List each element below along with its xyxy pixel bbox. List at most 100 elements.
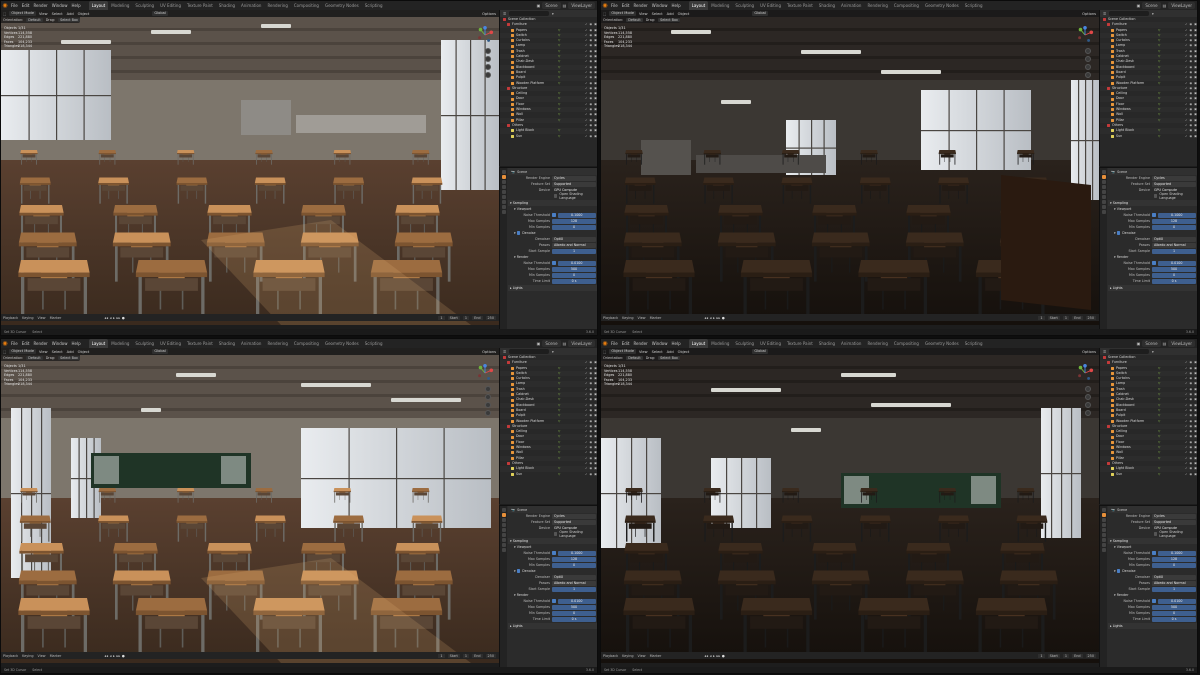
workspace-tab-layout[interactable]: Layout bbox=[88, 1, 109, 10]
perspective-toggle-icon[interactable] bbox=[1085, 410, 1091, 416]
render-camera-icon[interactable]: ▣ bbox=[594, 472, 597, 477]
perspective-toggle-icon[interactable] bbox=[1085, 72, 1091, 78]
workspace-tab-layout[interactable]: Layout bbox=[688, 1, 709, 10]
orientation-selector[interactable]: Default bbox=[626, 18, 643, 22]
workspace-tab-uv-editing[interactable]: UV Editing bbox=[157, 1, 184, 10]
render-camera-icon[interactable]: ▣ bbox=[594, 134, 597, 139]
workspace-tab-texture-paint[interactable]: Texture Paint bbox=[184, 1, 216, 10]
min-samples-viewport[interactable]: 0 bbox=[552, 224, 596, 230]
outliner-icon[interactable]: ☰ bbox=[503, 350, 506, 354]
navigation-gizmo-icon[interactable] bbox=[476, 364, 494, 382]
frame-start[interactable]: 1 bbox=[1062, 653, 1070, 658]
timeline-menu-marker[interactable]: Marker bbox=[50, 316, 62, 320]
orientation-selector[interactable]: Default bbox=[26, 356, 43, 360]
mode-selector[interactable]: Object Mode bbox=[9, 349, 37, 354]
workspace-tab-geometry-nodes[interactable]: Geometry Nodes bbox=[922, 339, 962, 348]
viewport-menu-add[interactable]: Add bbox=[667, 12, 674, 16]
editor-type-icon[interactable]: ⬚ bbox=[603, 350, 606, 354]
workspace-tab-geometry-nodes[interactable]: Geometry Nodes bbox=[322, 339, 362, 348]
world-tab-icon[interactable] bbox=[501, 195, 506, 199]
denoiser-select[interactable]: OptiX bbox=[552, 236, 596, 242]
orientation-selector[interactable]: Default bbox=[626, 356, 643, 360]
world-tab-icon[interactable] bbox=[1101, 533, 1106, 537]
editor-type-icon[interactable]: ⬚ bbox=[3, 350, 6, 354]
camera-view-icon[interactable] bbox=[1085, 402, 1091, 408]
exclude-checkbox-icon[interactable]: ✓ bbox=[1185, 134, 1188, 139]
frame-end[interactable]: 250 bbox=[485, 653, 496, 658]
blender-logo-icon[interactable]: ◉ bbox=[1, 339, 9, 348]
drag-selector[interactable]: Select Box bbox=[58, 18, 80, 22]
menu-render[interactable]: Render bbox=[31, 3, 49, 8]
min-samples-render[interactable]: 0 bbox=[552, 610, 596, 616]
3d-viewport[interactable]: ⬚ Object Mode View Select Add Object Global… bbox=[1, 348, 499, 663]
outliner-search-input[interactable] bbox=[1109, 11, 1150, 16]
modifier-tab-icon[interactable] bbox=[1101, 543, 1106, 547]
workspace-tab-modeling[interactable]: Modeling bbox=[708, 1, 732, 10]
zoom-icon[interactable] bbox=[485, 48, 491, 54]
workspace-tab-uv-editing[interactable]: UV Editing bbox=[757, 1, 784, 10]
max-samples-render[interactable]: 500 bbox=[1152, 604, 1196, 610]
workspace-tab-sculpting[interactable]: Sculpting bbox=[132, 339, 157, 348]
noise-threshold-viewport[interactable]: 0.1000 bbox=[557, 212, 596, 218]
view-layer-selector[interactable]: ViewLayer bbox=[1168, 340, 1195, 347]
feature-set-select[interactable]: Supported bbox=[552, 519, 596, 525]
drag-selector[interactable]: Select Box bbox=[58, 356, 80, 360]
max-samples-render[interactable]: 500 bbox=[552, 266, 596, 272]
workspace-tab-rendering[interactable]: Rendering bbox=[264, 339, 290, 348]
workspace-tab-rendering[interactable]: Rendering bbox=[864, 1, 890, 10]
workspace-tab-modeling[interactable]: Modeling bbox=[108, 1, 132, 10]
start-sample-field[interactable]: 1 bbox=[1152, 248, 1196, 254]
pan-hand-icon[interactable] bbox=[485, 394, 491, 400]
menu-edit[interactable]: Edit bbox=[20, 3, 32, 8]
scene-selector[interactable]: Scene bbox=[542, 2, 561, 9]
exclude-checkbox-icon[interactable]: ✓ bbox=[585, 472, 588, 477]
denoiser-select[interactable]: OptiX bbox=[1152, 236, 1196, 242]
editor-type-icon[interactable]: ⬚ bbox=[3, 12, 6, 16]
render-engine-select[interactable]: Cycles bbox=[1152, 175, 1196, 181]
transform-orientation[interactable]: Global bbox=[752, 349, 768, 354]
denoise-checkbox[interactable] bbox=[516, 231, 521, 235]
lights-panel[interactable]: ▸ Lights bbox=[508, 623, 597, 629]
view-layer-selector[interactable]: ViewLayer bbox=[1168, 2, 1195, 9]
noise-threshold-render[interactable]: 0.0100 bbox=[1157, 260, 1196, 266]
min-samples-viewport[interactable]: 0 bbox=[552, 562, 596, 568]
workspace-tab-compositing[interactable]: Compositing bbox=[291, 339, 322, 348]
workspace-tab-animation[interactable]: Animation bbox=[238, 1, 264, 10]
outliner-icon[interactable]: ☰ bbox=[1103, 350, 1106, 354]
modifier-tab-icon[interactable] bbox=[501, 205, 506, 209]
menu-file[interactable]: File bbox=[609, 341, 620, 346]
outliner-search-input[interactable] bbox=[1109, 349, 1150, 354]
start-sample-field[interactable]: 1 bbox=[1152, 586, 1196, 592]
workspace-tab-scripting[interactable]: Scripting bbox=[962, 339, 986, 348]
menu-edit[interactable]: Edit bbox=[20, 341, 32, 346]
workspace-tab-animation[interactable]: Animation bbox=[238, 339, 264, 348]
start-sample-field[interactable]: 1 bbox=[552, 586, 596, 592]
navigation-gizmo-icon[interactable] bbox=[476, 26, 494, 44]
workspace-tab-texture-paint[interactable]: Texture Paint bbox=[184, 339, 216, 348]
timeline-menu-playback[interactable]: Playback bbox=[603, 316, 618, 320]
camera-view-icon[interactable] bbox=[485, 402, 491, 408]
viewport-menu-view[interactable]: View bbox=[639, 350, 648, 354]
output-tab-icon[interactable] bbox=[1101, 518, 1106, 522]
tool-tab-icon[interactable] bbox=[501, 170, 506, 174]
options-button[interactable]: Options bbox=[482, 350, 499, 354]
outliner-item[interactable]: Sun ▽ ✓ ◉ ▣ bbox=[500, 134, 597, 139]
timeline-menu-view[interactable]: View bbox=[638, 654, 646, 658]
viewport-menu-select[interactable]: Select bbox=[52, 350, 63, 354]
menu-file[interactable]: File bbox=[9, 3, 20, 8]
workspace-tab-animation[interactable]: Animation bbox=[838, 1, 864, 10]
zoom-icon[interactable] bbox=[1085, 386, 1091, 392]
timeline-menu-keying[interactable]: Keying bbox=[22, 654, 33, 658]
lights-panel[interactable]: ▸ Lights bbox=[508, 285, 597, 291]
passes-select[interactable]: Albedo and Normal bbox=[552, 242, 596, 248]
filter-icon[interactable]: ▾ bbox=[1152, 12, 1154, 16]
render-engine-select[interactable]: Cycles bbox=[1152, 513, 1196, 519]
scene-selector[interactable]: Scene bbox=[542, 340, 561, 347]
playback-controls-icon[interactable]: ◂◂ ◂ ▸ ▸▸ ● bbox=[704, 316, 725, 320]
timeline-menu-keying[interactable]: Keying bbox=[22, 316, 33, 320]
visibility-eye-icon[interactable]: ◉ bbox=[590, 134, 593, 139]
timeline-menu-playback[interactable]: Playback bbox=[603, 654, 618, 658]
menu-render[interactable]: Render bbox=[631, 3, 649, 8]
menu-help[interactable]: Help bbox=[69, 3, 82, 8]
menu-window[interactable]: Window bbox=[50, 3, 70, 8]
